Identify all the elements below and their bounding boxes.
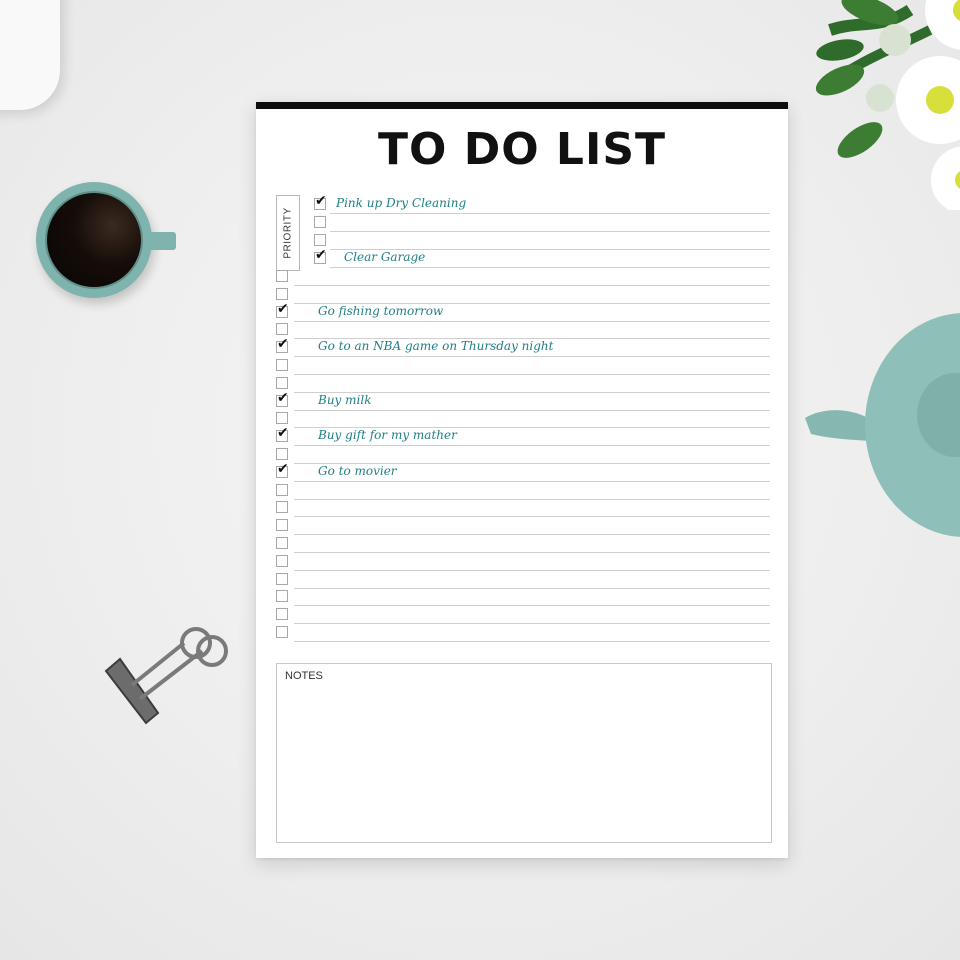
checkbox[interactable]: [276, 323, 288, 336]
line-rule: [294, 285, 770, 286]
daisy-flowers: [815, 0, 960, 210]
checkmark-icon: ✔: [315, 247, 327, 263]
checkbox[interactable]: [314, 234, 326, 246]
cup-handle: [144, 232, 176, 250]
line-rule: [330, 231, 770, 232]
checkbox[interactable]: [276, 448, 288, 460]
todo-list-paper: TO DO LIST PRIORITY ✔ Pink up Dry Cleanin…: [256, 102, 788, 858]
checkmark-icon: ✔: [277, 460, 289, 477]
line-rule: [294, 356, 770, 358]
task-text[interactable]: Go to an NBA game on Thursday night: [318, 339, 553, 353]
checkbox[interactable]: [276, 626, 288, 638]
line-rule: [294, 641, 770, 642]
checkbox[interactable]: [276, 287, 288, 300]
checkbox[interactable]: [276, 572, 288, 585]
line-rule: [294, 587, 770, 589]
checkbox[interactable]: [276, 376, 288, 389]
task-text[interactable]: Go to movier: [318, 464, 397, 478]
task-text[interactable]: Clear Garage: [344, 250, 425, 264]
checkbox[interactable]: [276, 554, 288, 567]
checkbox[interactable]: [276, 270, 288, 282]
line-rule: [294, 516, 770, 518]
checkmark-icon: ✔: [277, 425, 289, 442]
task-text[interactable]: Pink up Dry Cleaning: [336, 196, 466, 210]
checkbox[interactable]: [276, 483, 288, 496]
checkmark-icon: ✔: [277, 300, 289, 317]
task-text[interactable]: Buy gift for my mather: [318, 428, 457, 442]
line-rule: [294, 569, 770, 571]
checkbox[interactable]: [276, 519, 288, 532]
line-rule: [294, 605, 770, 607]
top-bar: [256, 102, 788, 109]
line-rule: [294, 498, 770, 500]
checkbox[interactable]: [276, 608, 288, 621]
checkbox[interactable]: [276, 412, 288, 425]
coffee-cup: [36, 182, 176, 298]
line-rule: [294, 623, 770, 625]
checkbox[interactable]: [276, 537, 288, 549]
priority-label: PRIORITY: [282, 207, 294, 259]
line-rule: [294, 480, 770, 482]
notes-box: NOTES: [276, 663, 772, 843]
checkbox[interactable]: [276, 590, 288, 603]
line-rule: [294, 534, 770, 536]
line-rule: [330, 267, 770, 268]
page-title: TO DO LIST: [377, 124, 667, 175]
checkbox[interactable]: [276, 359, 288, 371]
binder-clip: [104, 627, 228, 725]
line-rule: [294, 374, 770, 375]
teapot: [805, 313, 960, 537]
line-rule: [294, 552, 770, 553]
notes-label: NOTES: [285, 670, 323, 682]
checkbox[interactable]: [276, 501, 288, 514]
line-rule: [294, 409, 770, 411]
checkmark-icon: ✔: [315, 193, 327, 209]
checkbox[interactable]: [314, 216, 326, 228]
checkmark-icon: ✔: [277, 389, 289, 406]
laptop-corner: [0, 0, 60, 110]
line-rule: [294, 320, 770, 322]
task-text[interactable]: Go fishing tomorrow: [318, 304, 443, 318]
priority-box: PRIORITY: [276, 195, 300, 271]
checkmark-icon: ✔: [277, 336, 289, 353]
coffee: [45, 191, 143, 289]
line-rule: [330, 213, 770, 214]
task-text[interactable]: Buy milk: [318, 393, 371, 407]
line-rule: [294, 445, 770, 447]
